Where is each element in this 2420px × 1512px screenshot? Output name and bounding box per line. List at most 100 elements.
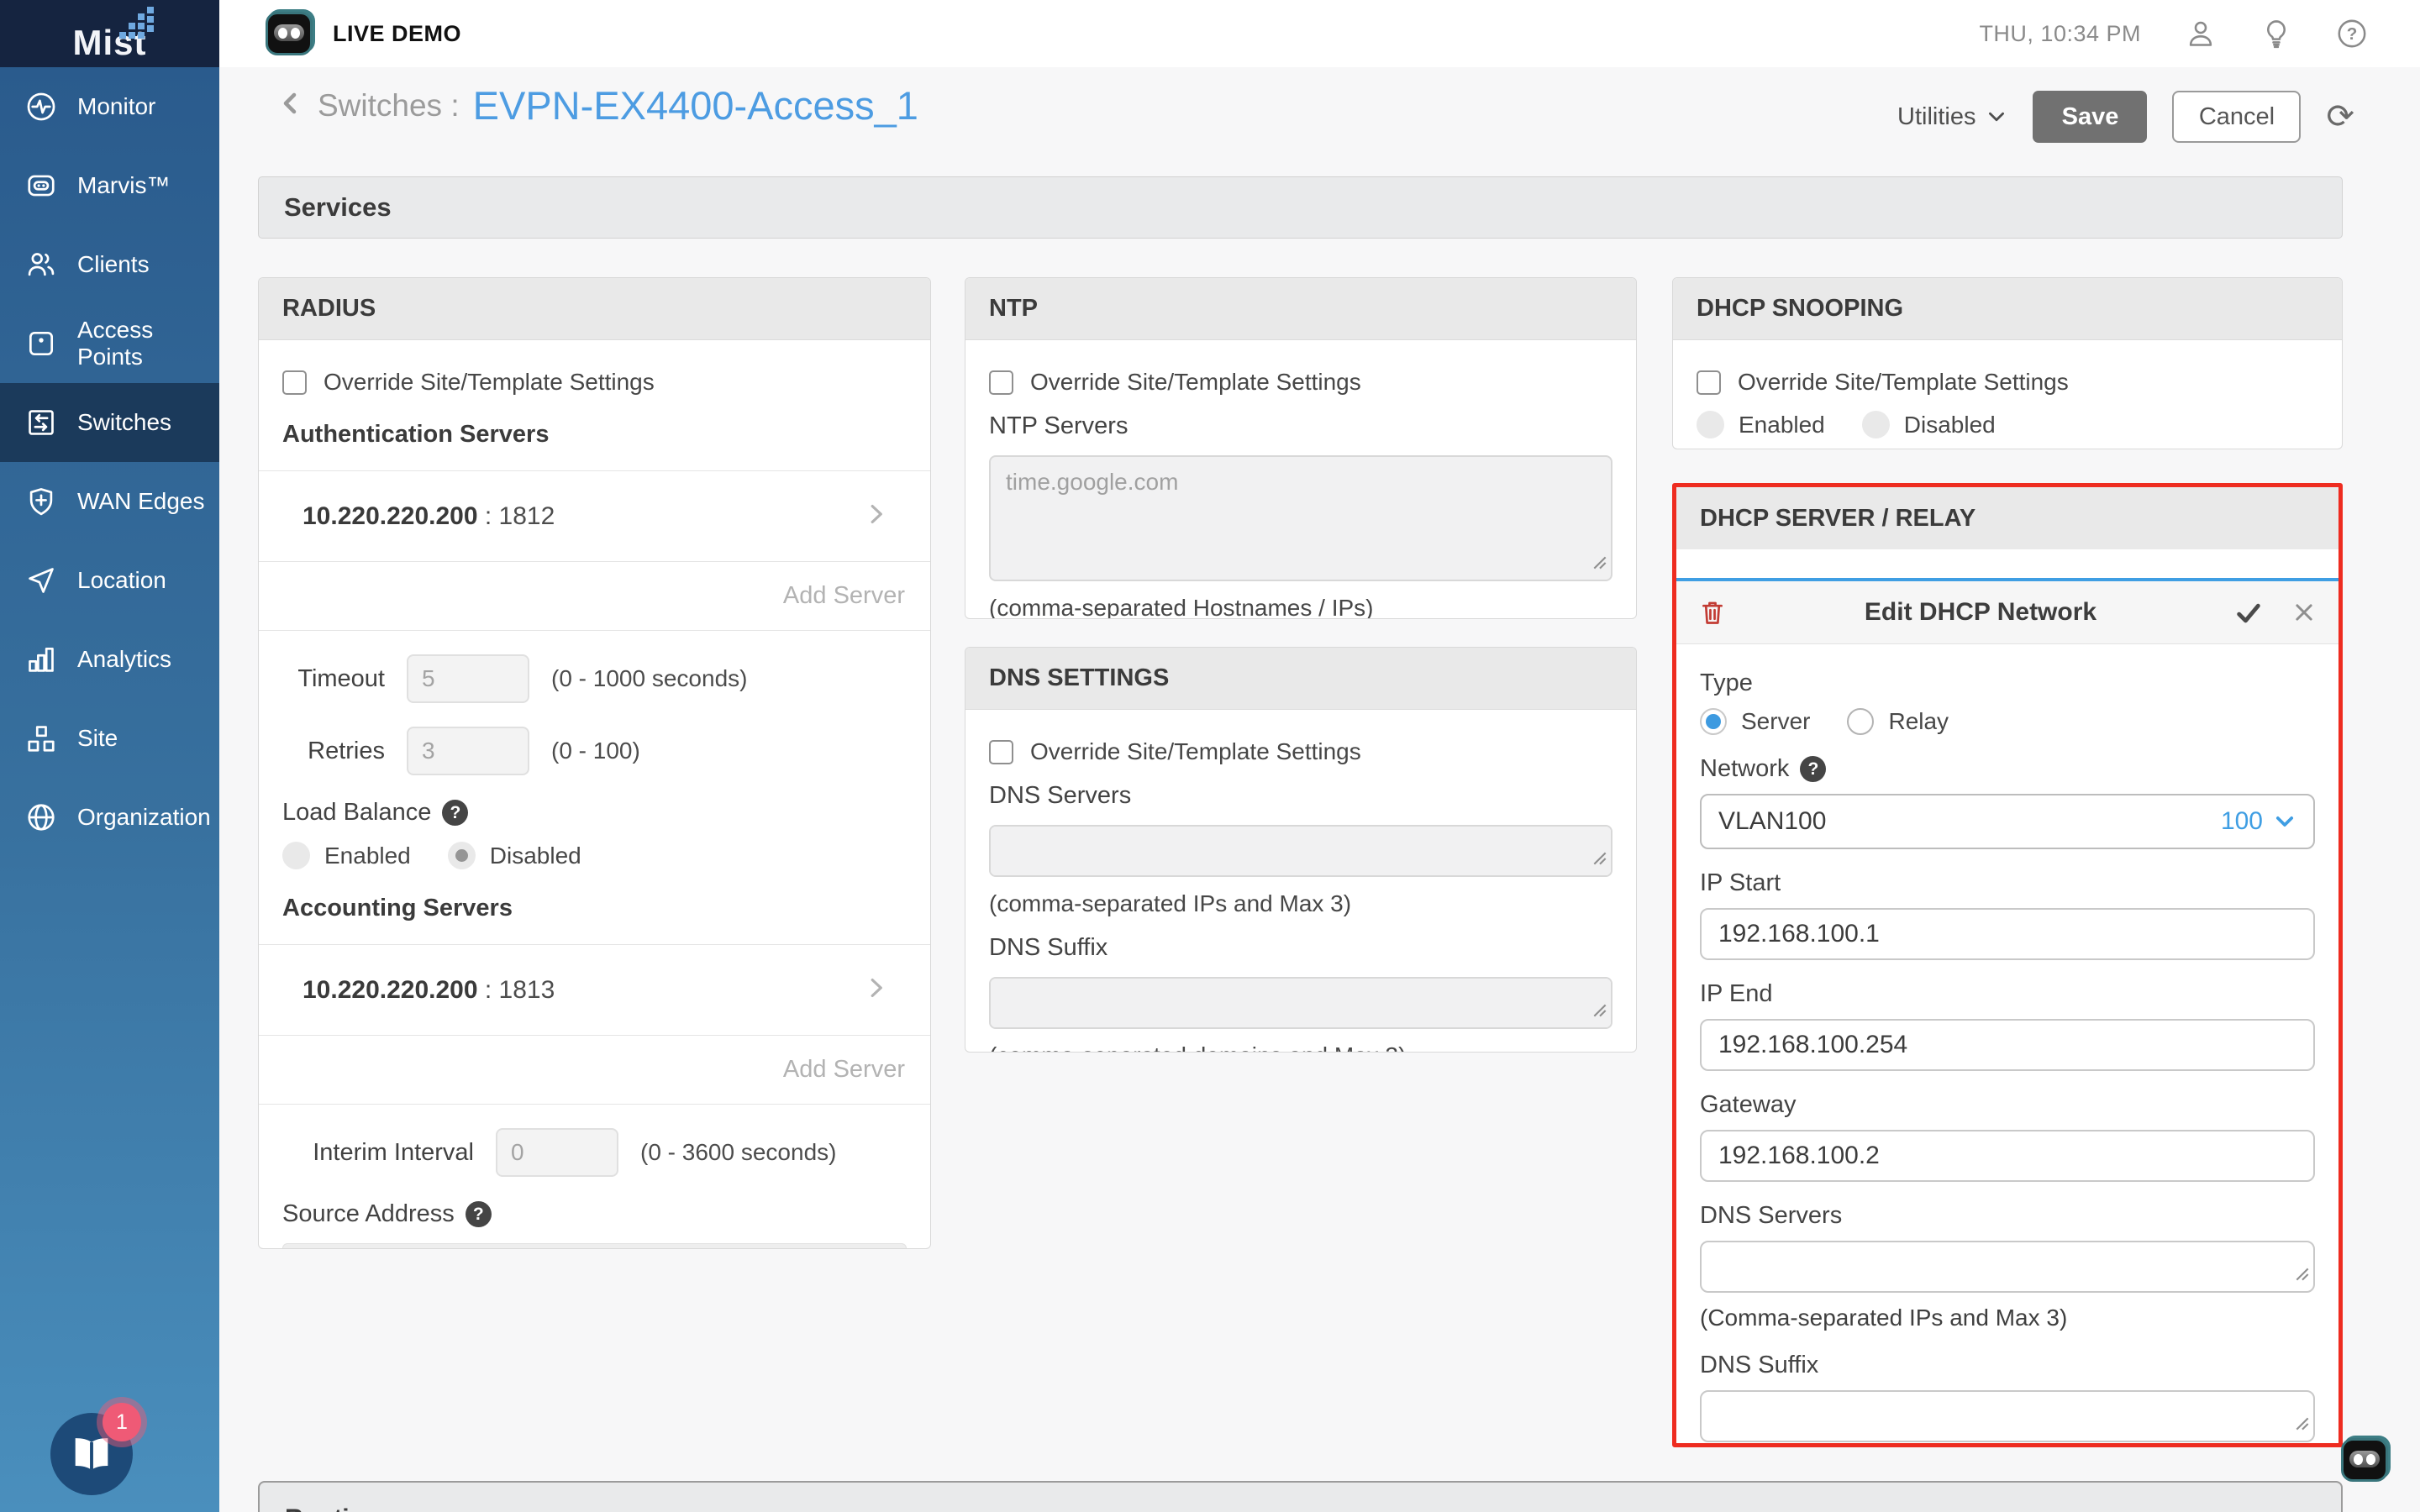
resize-grip-icon[interactable] [2296,1268,2309,1285]
radio-selected-icon[interactable] [1700,708,1727,735]
auth-server-row[interactable]: 10.220.220.200 : 1812 [282,471,907,561]
load-balance-enabled-radio[interactable]: Enabled [282,842,411,869]
dns-servers-label: DNS Servers [989,782,1612,810]
breadcrumb[interactable]: Switches : [318,88,460,123]
snooping-enabled-radio[interactable]: Enabled [1697,411,1825,438]
sidebar-item-label: Access Points [77,317,219,370]
radius-panel: RADIUS Override Site/Template Settings A… [258,277,931,1249]
delete-network-button[interactable] [1698,598,1727,627]
sidebar-item-location[interactable]: Location [0,541,219,620]
dhcp-snooping-panel: DHCP SNOOPING Override Site/Template Set… [1672,277,2343,449]
sidebar-item-site[interactable]: Site [0,699,219,778]
add-auth-server-button[interactable]: Add Server [282,562,907,630]
ip-start-label: IP Start [1700,869,2315,897]
trash-icon [1698,598,1727,627]
retries-hint: (0 - 100) [551,738,640,764]
ip-start-input[interactable] [1700,908,2315,960]
sidebar-item-label: Location [77,567,166,594]
timeout-input[interactable] [407,654,529,703]
radius-panel-header: RADIUS [259,278,930,340]
cancel-button[interactable]: Cancel [2172,91,2301,143]
dhcp-dns-suffix-textarea[interactable] [1700,1390,2315,1442]
switches-icon [25,407,57,438]
confirm-edit-button[interactable] [2234,598,2291,627]
sidebar-item-label: Marvis™ [77,172,170,199]
account-button[interactable] [2185,18,2217,50]
load-balance-label-row: Load Balance ? [282,799,907,827]
timeout-label: Timeout [282,665,385,693]
routing-section-header[interactable]: Routing [258,1481,2343,1512]
help-tooltip-icon[interactable]: ? [442,800,468,826]
sidebar-item-access-points[interactable]: Access Points [0,304,219,383]
network-label: Network [1700,755,1789,783]
snooping-disabled-radio[interactable]: Disabled [1862,411,1996,438]
radio-selected-icon[interactable] [448,842,476,869]
type-server-radio[interactable]: Server [1700,708,1810,735]
documentation-fab[interactable]: 1 [50,1413,133,1495]
help-button[interactable]: ? [2336,18,2368,50]
sidebar-item-marvis[interactable]: Marvis™ [0,146,219,225]
marvis-robot-icon [25,170,57,202]
ntp-override-checkbox[interactable]: Override Site/Template Settings [989,369,1612,396]
ip-end-input[interactable] [1700,1019,2315,1071]
checkbox-icon[interactable] [1697,370,1721,395]
dns-settings-panel: DNS SETTINGS Override Site/Template Sett… [965,647,1637,1053]
add-acct-server-button[interactable]: Add Server [282,1036,907,1104]
sidebar-item-organization[interactable]: Organization [0,778,219,857]
snooping-override-checkbox[interactable]: Override Site/Template Settings [1697,369,2318,396]
load-balance-disabled-radio[interactable]: Disabled [448,842,581,869]
help-tooltip-icon[interactable]: ? [466,1201,492,1227]
dhcp-dns-servers-textarea[interactable] [1700,1241,2315,1293]
dns-servers-textarea[interactable] [989,825,1612,877]
resize-grip-icon[interactable] [2296,1417,2309,1435]
marvis-chat-fab[interactable] [2341,1438,2388,1482]
gateway-label: Gateway [1700,1091,2315,1119]
dns-suffix-label: DNS Suffix [989,934,1612,962]
resize-grip-icon[interactable] [1593,1004,1607,1021]
sidebar-item-label: WAN Edges [77,488,204,515]
help-tooltip-icon[interactable]: ? [1800,756,1826,782]
services-title: Services [284,192,392,223]
close-edit-button[interactable] [2291,600,2317,625]
services-section-header[interactable]: Services [258,176,2343,239]
radio-icon[interactable] [282,842,310,869]
radio-icon[interactable] [1862,411,1890,438]
refresh-icon[interactable]: ⟳ [2326,100,2354,134]
checkbox-icon[interactable] [989,370,1013,395]
type-relay-radio[interactable]: Relay [1847,708,1949,735]
marvis-bot-logo-icon[interactable] [266,12,313,55]
network-select[interactable]: VLAN100 100 [1700,794,2315,849]
clients-icon [25,249,57,281]
gateway-input[interactable] [1700,1130,2315,1182]
sidebar-item-clients[interactable]: Clients [0,225,219,304]
retries-input[interactable] [407,727,529,775]
source-address-select[interactable]: None [282,1243,907,1249]
acct-server-row[interactable]: 10.220.220.200 : 1813 [282,945,907,1035]
checkbox-icon[interactable] [989,740,1013,764]
sidebar-item-wan-edges[interactable]: WAN Edges [0,462,219,541]
sidebar-item-analytics[interactable]: Analytics [0,620,219,699]
dns-override-checkbox[interactable]: Override Site/Template Settings [989,738,1612,765]
checkbox-icon[interactable] [282,370,307,395]
interim-interval-input[interactable] [496,1128,618,1177]
radio-icon[interactable] [1697,411,1724,438]
radio-icon[interactable] [1847,708,1874,735]
source-address-label-row: Source Address ? [282,1200,907,1228]
dns-suffix-textarea[interactable] [989,977,1612,1029]
mist-logo[interactable]: Mist [0,0,219,67]
dns-panel-header: DNS SETTINGS [965,648,1636,710]
sidebar-item-monitor[interactable]: Monitor [0,67,219,146]
edit-card-title: Edit DHCP Network [1727,598,2234,627]
dhcp-snooping-header: DHCP SNOOPING [1673,278,2342,340]
utilities-label: Utilities [1897,103,1975,131]
resize-grip-icon[interactable] [1593,556,1607,574]
ntp-servers-textarea[interactable] [989,455,1612,581]
radius-override-checkbox[interactable]: Override Site/Template Settings [282,369,907,396]
back-button[interactable] [277,90,304,121]
org-name: LIVE DEMO [333,21,461,47]
resize-grip-icon[interactable] [1593,852,1607,869]
save-button[interactable]: Save [2033,91,2147,143]
utilities-dropdown[interactable]: Utilities [1897,103,2007,131]
whats-new-button[interactable] [2260,18,2292,50]
sidebar-item-switches[interactable]: Switches [0,383,219,462]
